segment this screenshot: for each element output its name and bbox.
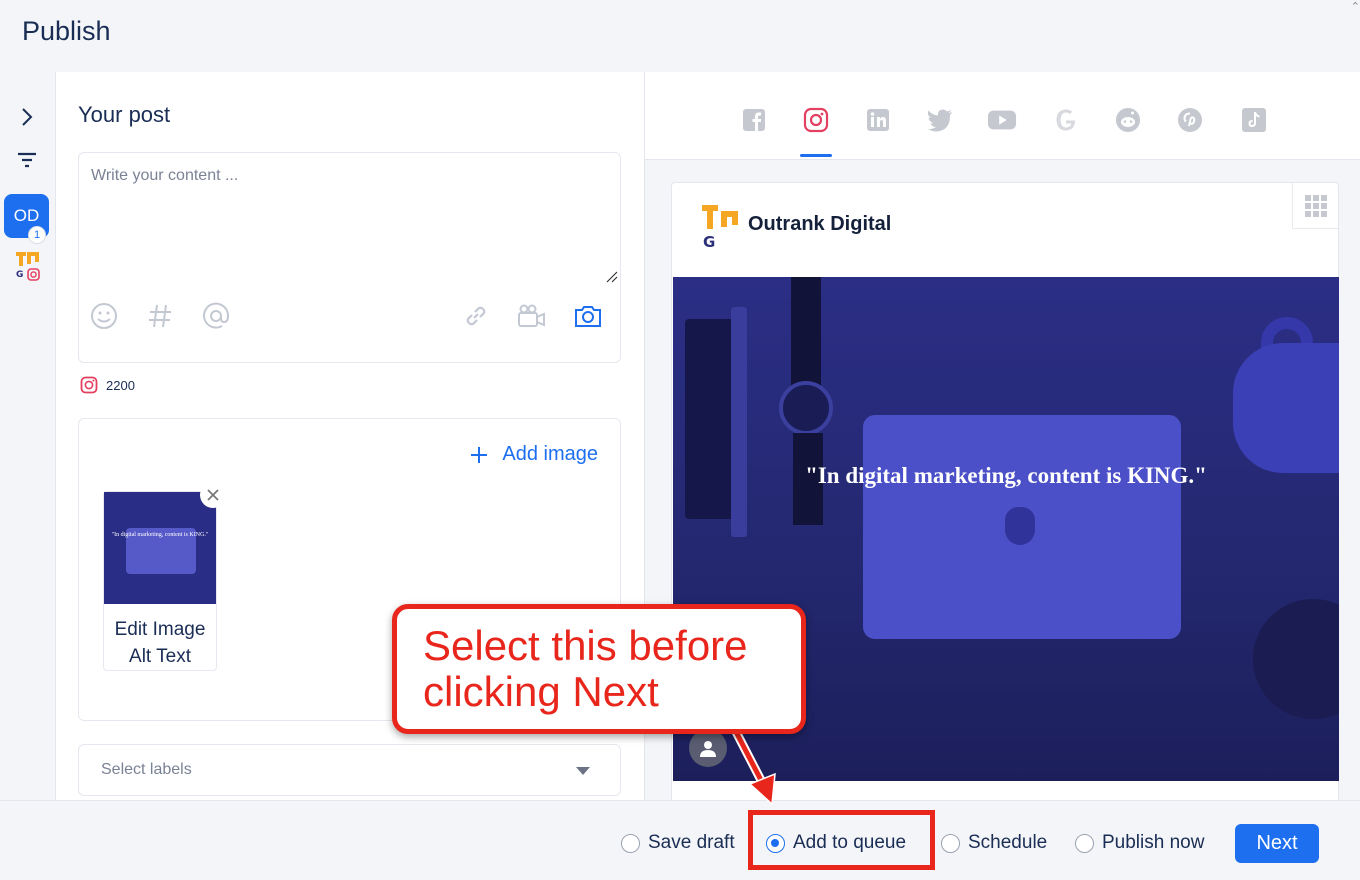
option-publish-now[interactable]: Publish now: [1075, 831, 1204, 855]
remove-image-icon[interactable]: [200, 482, 226, 508]
publish-now-label: Publish now: [1102, 832, 1205, 853]
annotation-text: Select this before clicking Next: [423, 622, 748, 715]
thumbnail-image: "In digital marketing, content is KING.": [104, 492, 216, 604]
image-quote: "In digital marketing, content is KING.": [805, 463, 1207, 488]
annotation-callout: Select this before clicking Next: [392, 604, 806, 734]
radio-save-draft[interactable]: [621, 833, 640, 853]
pinterest-icon[interactable]: [1175, 104, 1205, 136]
side-rail: OD 1 G: [0, 72, 56, 800]
content-editor[interactable]: Write your content ...: [78, 152, 621, 363]
account-name: Outrank Digital: [748, 213, 892, 235]
grid-view-icon[interactable]: [1292, 183, 1338, 229]
image-watch-strap: [791, 277, 821, 397]
image-watch: [779, 381, 833, 435]
linkedin-icon[interactable]: [863, 104, 893, 136]
twitter-icon[interactable]: [925, 104, 955, 136]
svg-text:G: G: [703, 233, 715, 249]
image-mug: [1233, 343, 1339, 473]
next-button[interactable]: Next: [1235, 824, 1319, 863]
character-counter: 2200: [80, 375, 135, 395]
account-count-badge: 1: [28, 226, 46, 244]
image-notebook-spine: [731, 307, 747, 537]
composer-heading: Your post: [78, 102, 171, 127]
option-schedule[interactable]: Schedule: [941, 831, 1047, 855]
reddit-icon[interactable]: [1113, 104, 1143, 136]
save-draft-label: Save draft: [648, 832, 735, 853]
edit-alt-text-button[interactable]: Edit Image Alt Text: [104, 616, 216, 670]
video-icon[interactable]: [517, 301, 547, 331]
active-tab-indicator: [800, 154, 832, 157]
annotation-highlight-box: [748, 810, 935, 870]
youtube-icon[interactable]: [987, 104, 1017, 136]
close-icon[interactable]: ⌃: [1351, 0, 1360, 13]
chevron-right-icon[interactable]: [18, 106, 36, 128]
character-count-value: 2200: [106, 377, 135, 393]
instagram-icon[interactable]: [801, 104, 831, 136]
instagram-icon: [80, 376, 98, 394]
network-tabs: [645, 72, 1360, 160]
add-image-label: Add image: [502, 443, 598, 465]
image-apple-logo: [1005, 507, 1035, 545]
radio-publish-now[interactable]: [1075, 833, 1094, 853]
labels-placeholder: Select labels: [101, 761, 192, 778]
labels-select[interactable]: Select labels: [78, 744, 621, 796]
tiktok-icon[interactable]: [1239, 104, 1269, 136]
schedule-label: Schedule: [968, 832, 1048, 853]
image-thumbnail[interactable]: "In digital marketing, content is KING."…: [103, 482, 226, 671]
camera-icon[interactable]: [573, 301, 603, 331]
emoji-icon[interactable]: [89, 301, 119, 331]
publish-options-bar: Save draft Add to queue Schedule Publish…: [0, 800, 1360, 880]
outrank-logo: G: [702, 205, 738, 249]
page-title: Publish: [22, 16, 111, 46]
google-icon[interactable]: [1051, 104, 1081, 136]
mention-icon[interactable]: [201, 301, 231, 331]
radio-schedule[interactable]: [941, 833, 960, 853]
add-image-button[interactable]: Add image: [470, 443, 598, 466]
resize-handle-icon[interactable]: [606, 271, 618, 283]
caret-down-icon: [576, 767, 590, 775]
app-header: Publish ⌃: [0, 0, 1360, 72]
facebook-icon[interactable]: [739, 104, 769, 136]
link-icon[interactable]: [461, 301, 491, 331]
image-notebook: [685, 319, 735, 519]
plus-icon: [471, 446, 488, 463]
option-save-draft[interactable]: Save draft: [621, 831, 735, 855]
svg-text:G: G: [16, 270, 23, 280]
hashtag-icon[interactable]: [145, 301, 175, 331]
thumbnail-quote: "In digital marketing, content is KING.": [111, 532, 209, 538]
instagram-account-icon[interactable]: G: [14, 250, 42, 282]
content-placeholder: Write your content ...: [91, 167, 239, 184]
filter-icon[interactable]: [16, 150, 38, 170]
